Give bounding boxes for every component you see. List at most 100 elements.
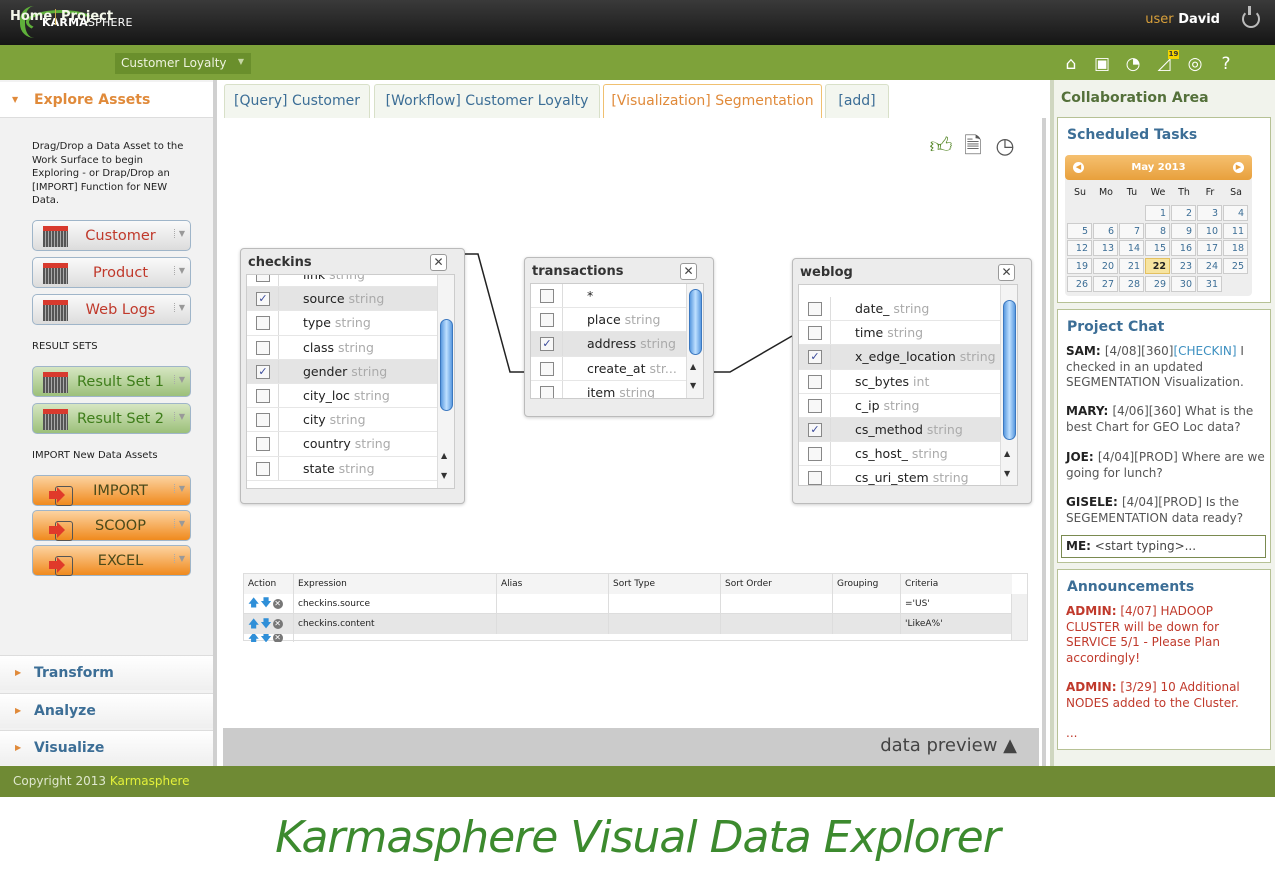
calendar-day[interactable]: 8 (1145, 222, 1170, 239)
field-row[interactable]: time string (799, 321, 1000, 346)
move-up-icon[interactable]: 🡅 (248, 634, 259, 642)
calendar-day[interactable]: 3 (1197, 205, 1222, 221)
tab-query-customer[interactable]: [Query] Customer (224, 84, 370, 118)
dropdown-icon[interactable]: ▼ (173, 229, 185, 238)
cell-expression[interactable]: checkins.source (294, 594, 497, 613)
scrollbar-thumb[interactable] (689, 289, 702, 355)
scroll-down-icon[interactable]: ▼ (1004, 469, 1010, 478)
scroll-up-icon[interactable]: ▲ (1004, 449, 1010, 458)
close-icon[interactable]: ✕ (680, 263, 697, 280)
cell-sort-type[interactable] (609, 614, 721, 634)
calendar-day[interactable]: 16 (1171, 240, 1196, 257)
calendar-day[interactable]: 13 (1093, 240, 1118, 257)
field-row[interactable]: city_loc string (247, 383, 437, 409)
dropdown-icon[interactable]: ▼ (173, 484, 185, 493)
calendar-day[interactable]: 2 (1171, 205, 1196, 221)
calendar-day[interactable]: 28 (1119, 275, 1144, 292)
field-checkbox[interactable] (808, 471, 822, 485)
scroll-down-icon[interactable]: ▼ (441, 471, 447, 480)
data-preview-bar[interactable]: data preview ▲ (223, 728, 1039, 766)
field-row[interactable]: c_ip string (799, 393, 1000, 418)
result-set-1-button[interactable]: Result Set 1 ▼ (32, 366, 191, 397)
prev-month-icon[interactable]: ◀ (1073, 162, 1084, 173)
asset-customer-button[interactable]: Customer ▼ (32, 220, 191, 251)
cell-grouping[interactable] (833, 614, 901, 634)
field-checkbox[interactable] (256, 388, 270, 403)
field-row[interactable]: ✓ gender string (247, 359, 437, 384)
project-link[interactable]: Project (61, 9, 113, 24)
table-transactions[interactable]: transactions ✕ * place string ✓ address st… (524, 257, 714, 417)
field-row[interactable]: ✓ x_edge_location string (799, 345, 1000, 370)
dropdown-icon[interactable]: ▼ (173, 412, 185, 421)
home-link[interactable]: Home (10, 9, 52, 24)
chat-search-icon[interactable]: ◎ (1184, 54, 1206, 74)
thumbs-up-icon[interactable]: 👍︎ (928, 133, 954, 161)
calendar-day[interactable]: 25 (1223, 258, 1248, 275)
field-row[interactable]: ✓ source string (247, 287, 437, 312)
next-month-icon[interactable]: ▶ (1233, 162, 1244, 173)
field-row[interactable]: country string (247, 432, 437, 457)
excel-button[interactable]: EXCEL ▼ (32, 545, 191, 576)
field-checkbox[interactable] (256, 340, 270, 355)
user-info[interactable]: user David (1145, 12, 1220, 27)
grid-scrollbar[interactable] (1011, 594, 1027, 640)
field-checkbox[interactable] (540, 289, 554, 303)
announcements-more-link[interactable]: ... (1066, 726, 1266, 742)
document-search-icon[interactable]: 🗎 (960, 133, 986, 161)
move-down-icon[interactable]: 🡇 (260, 594, 271, 613)
close-icon[interactable]: ✕ (998, 264, 1015, 281)
table-weblog[interactable]: weblog ✕ date_ string time string ✓ x_edge_… (792, 258, 1032, 504)
chat-input[interactable]: ME: <start typing>... (1061, 535, 1266, 558)
accordion-transform[interactable]: ▶ Transform (0, 655, 213, 690)
field-checkbox[interactable] (540, 361, 554, 376)
cell-sort-type[interactable] (609, 594, 721, 613)
scrollbar-thumb[interactable] (1003, 300, 1016, 440)
delete-icon[interactable]: ✕ (272, 619, 283, 629)
clock-arrow-icon[interactable]: ◔ (1122, 54, 1144, 74)
calendar-day[interactable]: 27 (1093, 275, 1118, 292)
cell-alias[interactable] (497, 594, 609, 613)
grid-row-partial[interactable]: 🡅 🡇 ✕ (244, 634, 1012, 642)
home-icon[interactable]: ⌂ (1060, 54, 1082, 74)
field-row[interactable]: ✓ cs_method string (799, 417, 1000, 443)
cell-criteria[interactable]: 'LikeA%' (901, 614, 1012, 634)
field-checkbox[interactable] (808, 374, 822, 389)
calendar-day[interactable]: 30 (1171, 275, 1196, 292)
calendar-day[interactable]: 23 (1171, 258, 1196, 275)
tab-add[interactable]: [add] (825, 84, 889, 118)
scroll-up-icon[interactable]: ▲ (441, 451, 447, 460)
field-row[interactable]: date_ string (799, 297, 1000, 322)
dropdown-icon[interactable]: ▼ (173, 266, 185, 275)
power-icon[interactable] (1242, 6, 1260, 28)
calendar-day[interactable]: 9 (1171, 222, 1196, 239)
field-row[interactable]: cs_host_ string (799, 442, 1000, 467)
tab-workflow-customer-loyalty[interactable]: [Workflow] Customer Loyalty (374, 84, 600, 118)
field-checkbox[interactable] (540, 385, 554, 398)
explore-assets-header[interactable]: ▼ Explore Assets (0, 82, 213, 118)
grid-row[interactable]: 🡅 🡇 ✕ checkins.content 'LikeA%' (244, 614, 1012, 634)
asset-product-button[interactable]: Product ▼ (32, 257, 191, 288)
calendar-day[interactable]: 21 (1119, 258, 1144, 275)
calendar-day[interactable]: 17 (1197, 240, 1222, 257)
calendar-day[interactable]: 31 (1197, 275, 1222, 292)
field-checkbox[interactable] (256, 461, 270, 476)
accordion-analyze[interactable]: ▶ Analyze (0, 693, 213, 728)
delete-icon[interactable]: ✕ (272, 598, 283, 609)
field-row[interactable]: state string (247, 456, 437, 481)
calendar-day[interactable]: 19 (1067, 258, 1092, 275)
import-button[interactable]: IMPORT ▼ (32, 475, 191, 506)
field-checkbox[interactable] (256, 316, 270, 331)
calendar-day[interactable]: 6 (1093, 222, 1118, 239)
dropdown-icon[interactable]: ▼ (173, 375, 185, 384)
help-icon[interactable]: ? (1215, 54, 1237, 74)
field-row[interactable]: link string (247, 275, 437, 288)
footer-brand-link[interactable]: Karmasphere (110, 774, 190, 788)
calendar-day[interactable]: 1 (1145, 205, 1170, 221)
calendar-day[interactable]: 12 (1067, 240, 1092, 257)
clock-icon[interactable]: ◷ (992, 133, 1018, 161)
project-select[interactable]: Customer Loyalty ▼ (115, 53, 251, 74)
field-checkbox[interactable] (808, 398, 822, 413)
dropdown-icon[interactable]: ▼ (173, 519, 185, 528)
calendar-day[interactable]: 5 (1067, 222, 1092, 239)
calendar-day[interactable]: 26 (1067, 275, 1092, 292)
